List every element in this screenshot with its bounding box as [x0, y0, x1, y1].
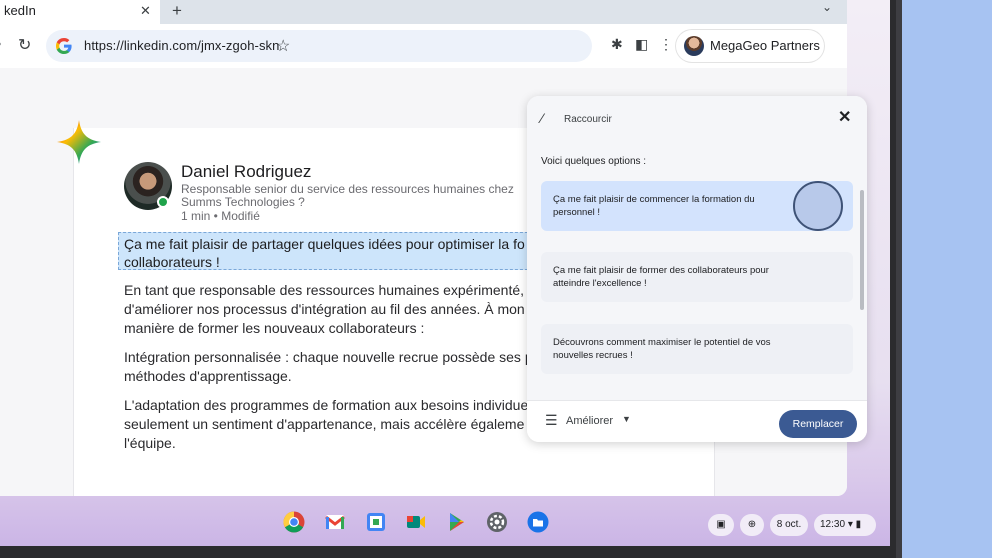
selected-text-line: collaborateurs !: [124, 254, 220, 270]
chevron-down-icon[interactable]: ▼: [622, 414, 631, 424]
wallpaper: [897, 0, 992, 558]
online-status-dot: [157, 196, 169, 208]
popup-footer: ☰ Améliorer ▼ Remplacer: [527, 400, 867, 442]
calendar-icon[interactable]: [365, 511, 387, 533]
wifi-icon: ▾: [847, 519, 853, 530]
add-icon[interactable]: ⊕: [740, 514, 764, 536]
paragraph-line: l'équipe.: [124, 435, 176, 451]
browser-toolbar: • ↻ https://linkedin.com/jmx-zgoh-skn ☆ …: [0, 24, 847, 68]
profile-name: MegaGeo Partners: [710, 38, 820, 53]
play-store-icon[interactable]: [446, 511, 468, 533]
meet-icon[interactable]: [405, 511, 427, 533]
post-meta: 1 min • Modifié: [181, 209, 260, 223]
active-tab[interactable]: kedIn ✕: [0, 0, 160, 24]
popup-body: Voici quelques options : Ça me fait plai…: [527, 142, 867, 400]
paragraph-line: L'adaptation des programmes de formation…: [124, 397, 529, 413]
address-bar[interactable]: https://linkedin.com/jmx-zgoh-skn ☆: [46, 30, 592, 62]
option-card[interactable]: Découvrons comment maximiser le potentie…: [541, 324, 853, 374]
google-icon: [56, 38, 72, 54]
option-card[interactable]: Ça me fait plaisir de commencer la forma…: [541, 181, 853, 231]
tune-icon: ☰: [545, 412, 558, 428]
back-icon[interactable]: •: [0, 36, 1, 53]
gmail-icon[interactable]: [324, 511, 346, 533]
paragraph-line: seulement un sentiment d'appartenance, m…: [124, 416, 525, 432]
replace-button[interactable]: Remplacer: [779, 410, 857, 438]
tab-title: kedIn: [4, 3, 36, 18]
paragraph-line: Intégration personnalisée : chaque nouve…: [124, 349, 533, 365]
option-text: Ça me fait plaisir de commencer la forma…: [553, 194, 755, 218]
extensions-icon[interactable]: ✱: [611, 36, 623, 53]
phone-hub-icon[interactable]: ▣: [708, 514, 734, 536]
new-tab-icon[interactable]: +: [172, 1, 182, 21]
popup-header: ⁄ Raccourcir ✕: [527, 96, 867, 142]
option-text: Découvrons comment maximiser le potentie…: [553, 337, 771, 361]
selected-text[interactable]: Ça me fait plaisir de partager quelques …: [124, 235, 534, 271]
bookmark-star-icon[interactable]: ☆: [276, 36, 290, 56]
chrome-icon[interactable]: [283, 511, 305, 533]
popup-title: Raccourcir: [564, 114, 612, 125]
tab-bar: kedIn ✕ + ⌄: [0, 0, 847, 24]
paragraph-line: méthodes d'apprentissage.: [124, 368, 292, 384]
screen: kedIn ✕ + ⌄ • ↻ https://linkedin.com/jmx…: [0, 0, 890, 546]
clock-time: 12:30: [820, 519, 846, 530]
url-text: https://linkedin.com/jmx-zgoh-skn: [84, 38, 280, 53]
paragraph-line: manière de former les nouveaux collabora…: [124, 320, 425, 336]
battery-icon: ▮: [855, 519, 862, 530]
option-card[interactable]: Ça me fait plaisir de former des collabo…: [541, 252, 853, 302]
gemini-sparkle-icon: [57, 120, 101, 164]
magic-wand-icon: ⁄: [541, 110, 544, 126]
files-icon[interactable]: [527, 511, 549, 533]
options-intro: Voici quelques options :: [541, 156, 647, 167]
cursor-indicator: [793, 181, 843, 231]
paragraph-line: d'améliorer nos processus d'intégration …: [124, 301, 537, 317]
device-edge: [896, 0, 902, 558]
selected-text-line: Ça me fait plaisir de partager quelques …: [124, 236, 525, 252]
tab-search-icon[interactable]: ⌄: [822, 0, 832, 14]
post-paragraph[interactable]: En tant que responsable des ressources h…: [124, 281, 537, 338]
author-name: Daniel Rodriguez: [181, 162, 312, 181]
date-tray[interactable]: 8 oct.: [770, 514, 808, 536]
post-paragraph[interactable]: L'adaptation des programmes de formation…: [124, 396, 534, 453]
close-icon[interactable]: ✕: [838, 107, 851, 127]
side-panel-icon[interactable]: ◧: [635, 36, 648, 53]
rewrite-popup: ⁄ Raccourcir ✕ Voici quelques options : …: [527, 96, 867, 442]
system-tray[interactable]: 12:30 ▾ ▮: [814, 514, 876, 536]
improve-dropdown[interactable]: Améliorer: [566, 415, 613, 427]
more-menu-icon[interactable]: ⋮: [659, 36, 673, 53]
reload-icon[interactable]: ↻: [18, 35, 31, 55]
profile-avatar: [684, 36, 704, 56]
author-headline: Responsable senior du service des ressou…: [181, 182, 514, 209]
paragraph-line: En tant que responsable des ressources h…: [124, 282, 532, 298]
option-text: Ça me fait plaisir de former des collabo…: [553, 265, 769, 289]
popup-scrollbar[interactable]: [860, 190, 864, 310]
post-paragraph[interactable]: Intégration personnalisée : chaque nouve…: [124, 348, 534, 386]
tab-close-icon[interactable]: ✕: [140, 3, 151, 19]
settings-icon[interactable]: [486, 511, 508, 533]
profile-chip[interactable]: MegaGeo Partners: [676, 30, 824, 62]
